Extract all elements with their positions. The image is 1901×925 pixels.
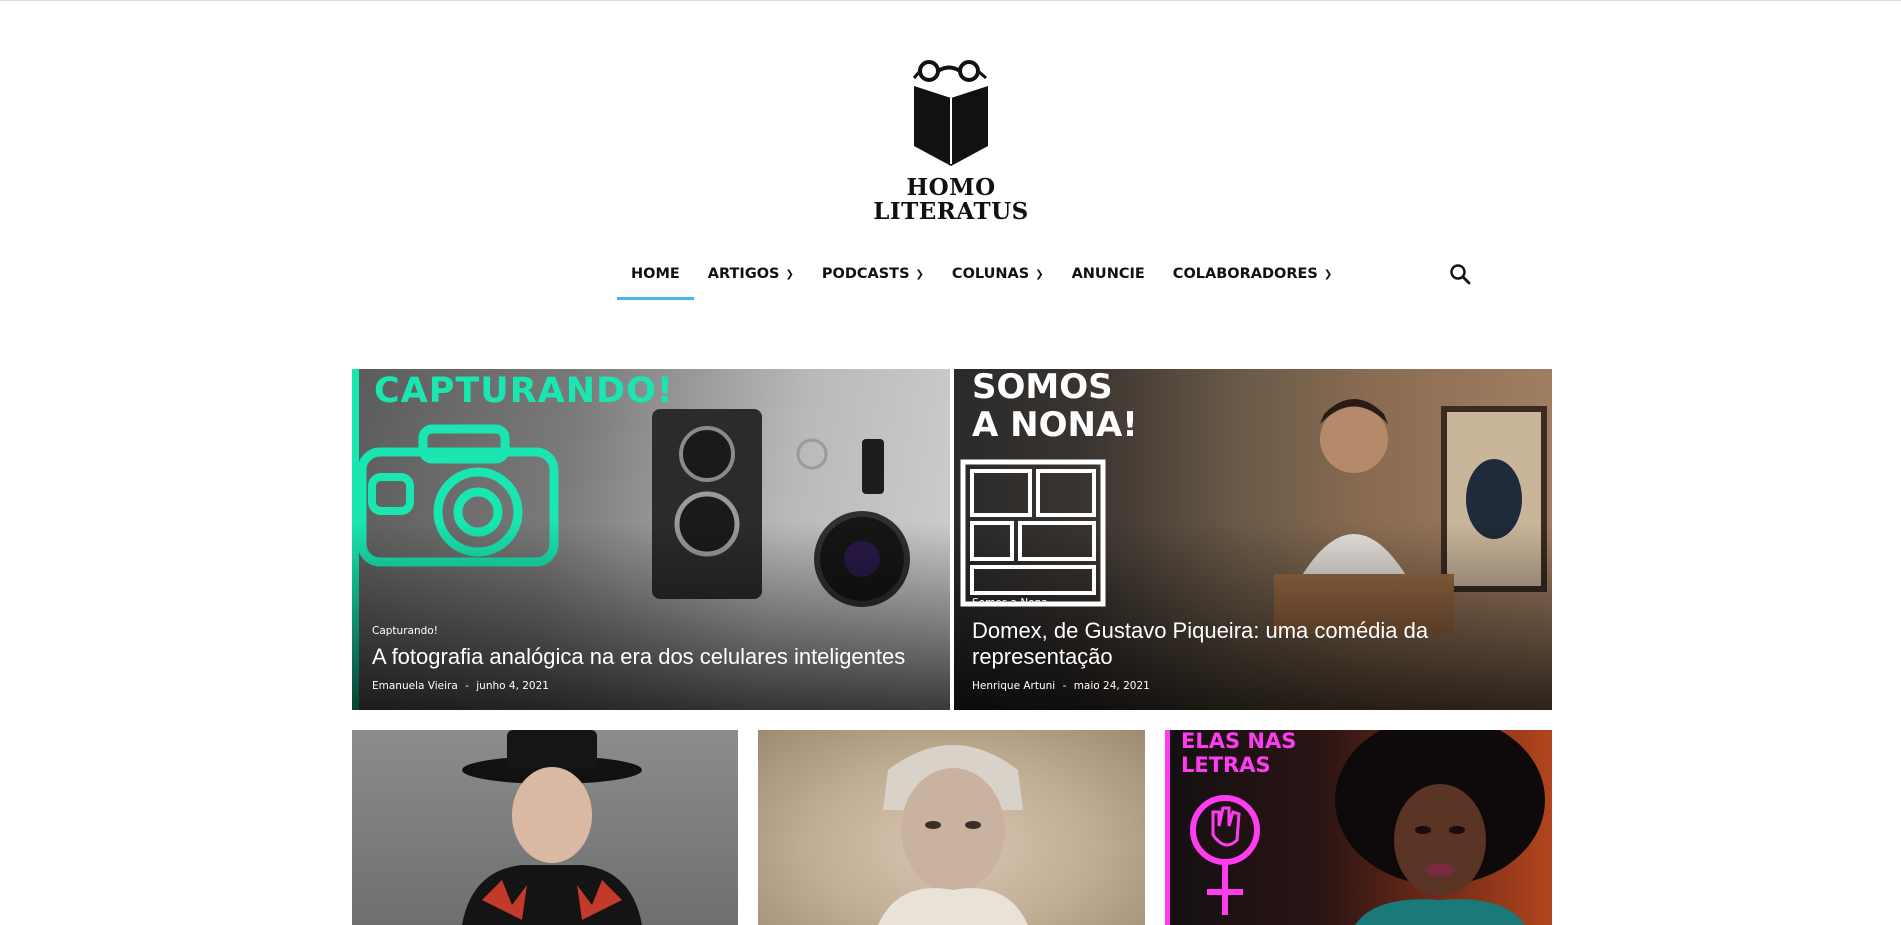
nav-anuncie[interactable]: ANUNCIE <box>1058 258 1159 300</box>
image-headline-1: ELAS NAS <box>1181 730 1297 753</box>
nav-home[interactable]: HOME <box>617 258 694 300</box>
portrait-photo-illustration <box>878 745 1028 925</box>
post-category[interactable]: Capturando! <box>372 625 438 637</box>
post-card-5[interactable]: ELAS NAS LETRAS <box>1165 730 1552 925</box>
top-border <box>0 0 1901 1</box>
site-logo[interactable]: HOMO LITERATUS <box>870 56 1032 226</box>
search-icon <box>1450 264 1471 285</box>
nav-podcasts[interactable]: PODCASTS ❯ <box>808 258 938 300</box>
chevron-down-icon: ❯ <box>1323 269 1333 280</box>
nav-colunas[interactable]: COLUNAS ❯ <box>938 258 1058 300</box>
post-title[interactable]: Domex, de Gustavo Piqueira: uma comédia … <box>972 618 1492 670</box>
chevron-down-icon: ❯ <box>1035 269 1044 280</box>
nav-colaboradores-label: COLABORADORES <box>1172 266 1318 282</box>
post-meta: Henrique Artuni - maio 24, 2021 <box>972 680 1150 692</box>
chevron-down-icon: ❯ <box>915 269 924 280</box>
featured-post-2[interactable]: SOMOS A NONA! Somos a Nona Domex, de Gus… <box>954 369 1552 710</box>
image-headline-1: SOMOS <box>972 369 1113 407</box>
feminism-symbol-icon <box>1190 795 1260 915</box>
post-date: junho 4, 2021 <box>476 680 549 692</box>
person-photo-illustration <box>1335 730 1545 925</box>
post-category[interactable]: Somos a Nona <box>972 597 1048 609</box>
post-date: maio 24, 2021 <box>1073 680 1150 692</box>
image-headline-2: A NONA! <box>972 405 1138 445</box>
nav-home-label: HOME <box>631 266 680 282</box>
page-layout-icon <box>960 459 1106 607</box>
search-button[interactable] <box>1448 262 1474 288</box>
nav-artigos[interactable]: ARTIGOS ❯ <box>694 258 808 300</box>
nav-anuncie-label: ANUNCIE <box>1071 266 1145 282</box>
person-photo-illustration <box>462 730 642 925</box>
post-card-4[interactable] <box>758 730 1145 925</box>
nav-podcasts-label: PODCASTS <box>821 266 910 282</box>
nav-colunas-label: COLUNAS <box>951 266 1030 282</box>
post-meta: Emanuela Vieira - junho 4, 2021 <box>372 680 549 692</box>
image-headline-2: LETRAS <box>1181 753 1271 777</box>
book-glasses-logo-icon <box>912 60 988 166</box>
nav-artigos-label: ARTIGOS <box>707 266 780 282</box>
logo-line-2: LITERATUS <box>873 198 1029 225</box>
post-author[interactable]: Emanuela Vieira <box>372 680 458 692</box>
accent-bar <box>1165 730 1170 925</box>
post-author[interactable]: Henrique Artuni <box>972 680 1055 692</box>
featured-post-1[interactable]: CAPTURANDO! Capturando! A fotografia ana… <box>352 369 950 710</box>
image-headline: CAPTURANDO! <box>374 371 674 411</box>
main-nav: HOME ARTIGOS ❯ PODCASTS ❯ COLUNAS ❯ ANUN… <box>617 258 1346 300</box>
meta-separator: - <box>1062 680 1067 692</box>
nav-colaboradores[interactable]: COLABORADORES ❯ <box>1159 258 1346 300</box>
chevron-down-icon: ❯ <box>785 269 794 280</box>
meta-separator: - <box>465 680 469 692</box>
post-card-3[interactable] <box>352 730 738 925</box>
post-title[interactable]: A fotografia analógica na era dos celula… <box>372 644 932 670</box>
logo-line-1: HOMO <box>906 174 996 201</box>
